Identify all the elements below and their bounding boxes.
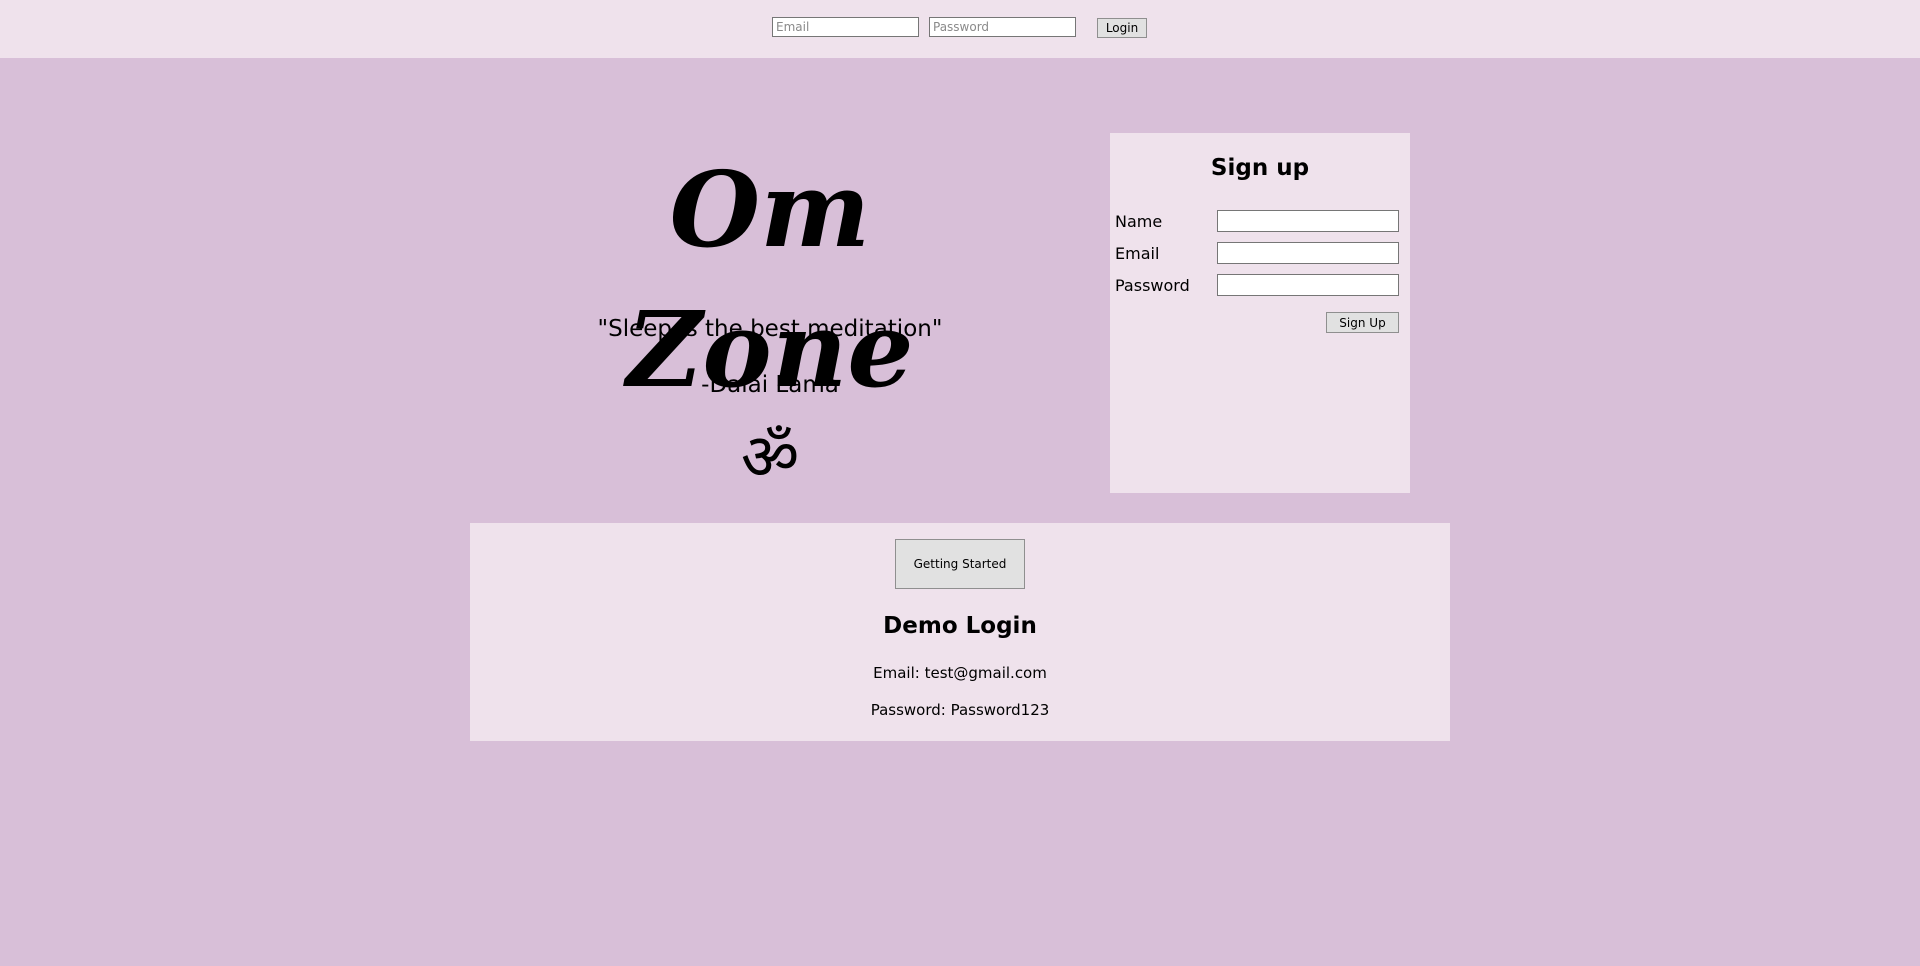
signup-title: Sign up xyxy=(1210,155,1310,181)
login-password-input[interactable] xyxy=(929,17,1076,37)
password-label: Password xyxy=(1115,276,1190,295)
demo-panel: Getting Started Demo Login Email: test@g… xyxy=(470,523,1450,741)
name-label: Name xyxy=(1115,212,1163,231)
quote-author: -Dalai Lama xyxy=(701,372,839,398)
quote-text: "Sleep is the best meditation" xyxy=(597,316,943,342)
email-field[interactable] xyxy=(1217,242,1399,264)
login-button[interactable]: Login xyxy=(1097,18,1147,38)
name-field[interactable] xyxy=(1217,210,1399,232)
email-label: Email xyxy=(1115,244,1160,263)
login-email-input[interactable] xyxy=(772,17,919,37)
getting-started-button[interactable]: Getting Started xyxy=(895,539,1025,589)
demo-password-text: Password: Password123 xyxy=(870,701,1050,719)
signup-panel: Sign up Name Email Password Sign Up xyxy=(1110,133,1410,493)
signup-button[interactable]: Sign Up xyxy=(1326,312,1399,333)
demo-login-title: Demo Login xyxy=(883,613,1037,639)
om-symbol-icon: ॐ xyxy=(740,421,800,495)
demo-email-text: Email: test@gmail.com xyxy=(873,664,1047,682)
top-navbar: Login xyxy=(0,0,1920,58)
password-field[interactable] xyxy=(1217,274,1399,296)
